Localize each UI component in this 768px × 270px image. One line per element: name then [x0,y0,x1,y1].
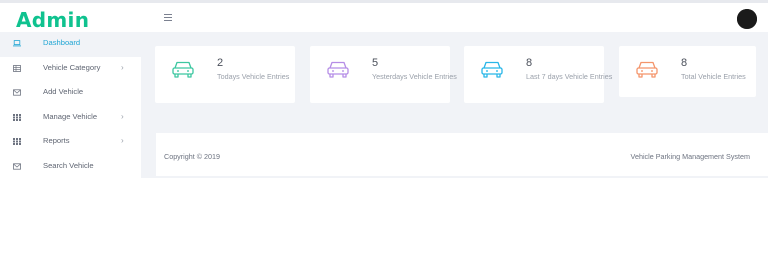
page-bottom [141,178,768,270]
sidebar-item-label: Add Vehicle [43,87,84,96]
grid-icon [13,138,21,146]
chevron-right-icon: › [121,62,124,72]
sidebar-item-label: Manage Vehicle [43,111,98,121]
sidebar-item-label: Vehicle Category [43,62,101,72]
online-status-dot [737,9,757,29]
sidebar-item-label: Search Vehicle [43,160,94,170]
stat-card-yesterday[interactable]: 5 Yesterdays Vehicle Entries [310,46,457,103]
sidebar: Dashboard Vehicle Category › Add Vehicle… [0,32,141,270]
laptop-icon [13,40,21,48]
stat-label: Todays Vehicle Entries [217,72,290,81]
copyright-text: Copyright © 2019 [164,152,221,161]
sidebar-item-add-vehicle[interactable]: Add Vehicle [0,81,141,106]
car-icon [327,61,349,78]
stat-card-today[interactable]: 2 Todays Vehicle Entries [155,46,295,103]
stat-value: 2 [217,57,224,69]
app-logo[interactable]: Admin [16,8,89,32]
car-icon [172,61,194,78]
sidebar-item-manage-vehicle[interactable]: Manage Vehicle › [0,106,141,131]
stat-value: 8 [681,57,688,69]
stat-value: 8 [526,57,533,69]
system-name-text: Vehicle Parking Management System [630,152,750,161]
sidebar-item-vehicle-category[interactable]: Vehicle Category › [0,57,141,82]
main-content: 2 Todays Vehicle Entries 5 Yesterdays Ve… [141,32,768,270]
envelope-icon [13,89,21,97]
sidebar-item-reports[interactable]: Reports › [0,130,141,155]
grid-icon [13,113,21,122]
stat-label: Total Vehicle Entries [681,72,746,81]
stat-label: Yesterdays Vehicle Entries [372,72,457,81]
stat-card-last-7-days[interactable]: 8 Last 7 days Vehicle Entries [464,46,612,103]
envelope-icon [13,162,21,171]
sidebar-item-label: Reports [43,136,70,145]
footer: Copyright © 2019 Vehicle Parking Managem… [156,133,768,176]
stat-label: Last 7 days Vehicle Entries [526,72,613,81]
chevron-right-icon: › [121,111,124,121]
sidebar-item-dashboard[interactable]: Dashboard [0,32,141,57]
sidebar-item-label: Dashboard [43,38,81,47]
car-icon [481,61,503,78]
stat-value: 5 [372,57,379,69]
sidebar-item-search-vehicle[interactable]: Search Vehicle [0,155,141,180]
car-icon [636,61,658,78]
chevron-right-icon: › [121,136,124,145]
stat-card-total[interactable]: 8 Total Vehicle Entries [619,46,756,97]
menu-toggle-icon[interactable] [164,14,172,22]
table-icon [13,64,21,73]
top-bar: Admin [0,0,768,32]
